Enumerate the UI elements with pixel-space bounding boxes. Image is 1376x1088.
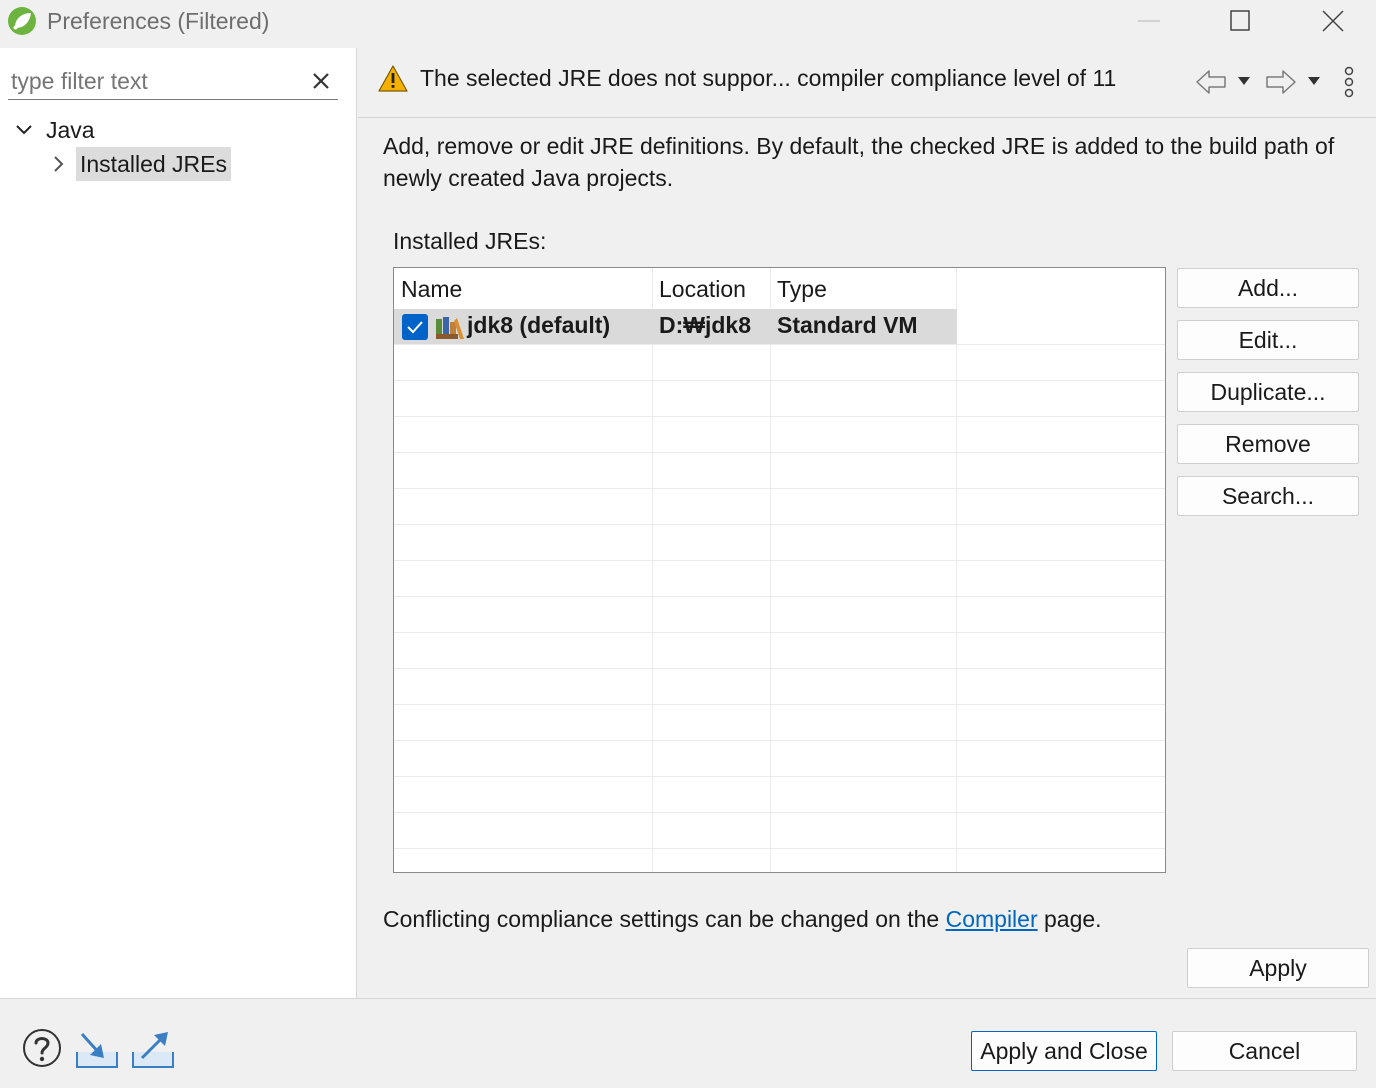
row-divider — [394, 416, 1165, 417]
remove-button[interactable]: Remove — [1177, 424, 1359, 464]
row-divider — [394, 596, 1165, 597]
row-divider — [394, 524, 1165, 525]
conflict-text: Conflicting compliance settings can be c… — [383, 906, 940, 932]
navigation-pane: Java Installed JREs — [0, 48, 357, 998]
row-divider — [394, 776, 1165, 777]
warning-icon — [378, 65, 408, 92]
column-header-location[interactable]: Location — [659, 276, 746, 303]
back-arrow-icon[interactable] — [1194, 68, 1228, 96]
window-title: Preferences (Filtered) — [47, 8, 270, 34]
minimize-icon[interactable] — [1126, 0, 1172, 44]
jre-library-icon — [436, 317, 464, 339]
jre-name-cell: jdk8 (default) — [467, 312, 611, 338]
chevron-down-icon[interactable] — [14, 120, 34, 140]
row-divider — [394, 560, 1165, 561]
conflict-note: Conflicting compliance settings can be c… — [383, 906, 1102, 933]
import-icon[interactable] — [74, 1030, 120, 1070]
maximize-icon[interactable] — [1217, 0, 1263, 44]
row-divider — [394, 452, 1165, 453]
dropdown-icon[interactable] — [1236, 75, 1252, 87]
row-divider — [394, 740, 1165, 741]
search-button[interactable]: Search... — [1177, 476, 1359, 516]
column-divider — [956, 268, 957, 872]
tree-item-installed-jres[interactable]: Installed JREs — [50, 147, 232, 181]
tree-item-java[interactable]: Java — [14, 116, 95, 144]
page-description: Add, remove or edit JRE definitions. By … — [383, 133, 1335, 191]
duplicate-button[interactable]: Duplicate... — [1177, 372, 1359, 412]
conflict-text-suffix: page. — [1044, 906, 1102, 932]
row-divider — [394, 704, 1165, 705]
compiler-link[interactable]: Compiler — [946, 906, 1038, 932]
dialog-footer: Apply and Close Cancel — [0, 998, 1376, 1088]
filter-input[interactable] — [11, 66, 301, 96]
message-bar: The selected JRE does not suppor... comp… — [358, 48, 1376, 118]
warning-message: The selected JRE does not suppor... comp… — [420, 65, 1117, 91]
row-divider — [394, 812, 1165, 813]
apply-and-close-button[interactable]: Apply and Close — [971, 1031, 1157, 1071]
row-divider — [394, 344, 1165, 345]
jre-table[interactable]: Name Location Type jdk8 (default) D:₩jdk… — [393, 267, 1166, 873]
title-bar: Preferences (Filtered) — [0, 0, 1376, 48]
spring-app-icon — [8, 7, 36, 35]
jre-location-cell: D:₩jdk8 — [659, 312, 751, 338]
row-divider — [394, 380, 1165, 381]
tree-item-label: Java — [46, 116, 95, 143]
column-header-name[interactable]: Name — [401, 276, 462, 303]
chevron-right-icon[interactable] — [50, 154, 68, 174]
column-header-type[interactable]: Type — [777, 276, 827, 303]
tree-item-label: Installed JREs — [76, 147, 232, 181]
export-icon[interactable] — [130, 1030, 176, 1070]
row-divider — [394, 632, 1165, 633]
checkbox-icon[interactable] — [402, 314, 428, 340]
row-divider — [394, 668, 1165, 669]
content-pane: The selected JRE does not suppor... comp… — [358, 48, 1376, 998]
edit-button[interactable]: Edit... — [1177, 320, 1359, 360]
column-divider — [770, 268, 771, 872]
row-divider — [394, 488, 1165, 489]
cancel-button[interactable]: Cancel — [1172, 1031, 1357, 1071]
clear-icon[interactable] — [311, 71, 331, 91]
add-button[interactable]: Add... — [1177, 268, 1359, 308]
filter-box — [8, 63, 338, 100]
close-icon[interactable] — [1310, 0, 1356, 44]
view-menu-icon[interactable] — [1341, 66, 1357, 98]
row-divider — [394, 848, 1165, 849]
forward-arrow-icon[interactable] — [1264, 68, 1298, 96]
column-divider — [652, 268, 653, 872]
jre-type-cell: Standard VM — [777, 312, 918, 338]
dropdown-icon[interactable] — [1306, 75, 1322, 87]
apply-button[interactable]: Apply — [1187, 948, 1369, 988]
installed-jres-label: Installed JREs: — [393, 228, 547, 254]
help-icon[interactable] — [22, 1028, 62, 1068]
